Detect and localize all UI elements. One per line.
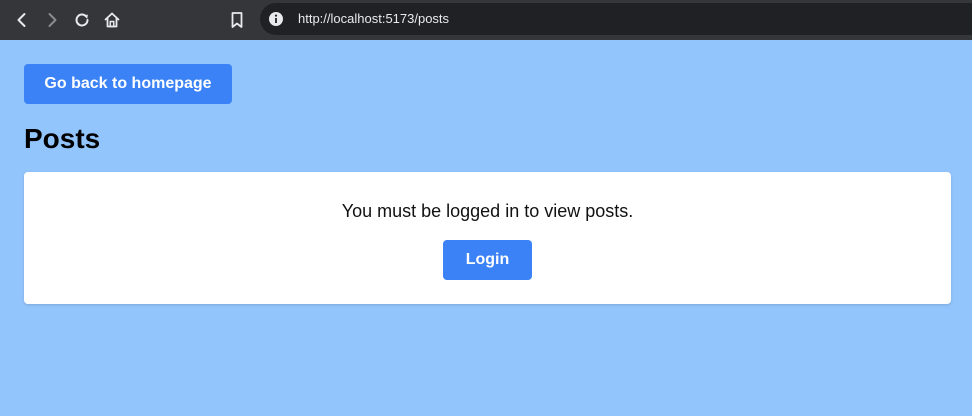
home-icon bbox=[104, 12, 120, 28]
address-bar[interactable]: http://localhost:5173/posts bbox=[260, 3, 972, 35]
arrow-right-icon bbox=[48, 13, 57, 27]
go-back-homepage-button[interactable]: Go back to homepage bbox=[24, 64, 232, 104]
bookmark-icon bbox=[231, 12, 243, 28]
back-button[interactable] bbox=[10, 8, 34, 32]
url-text[interactable]: http://localhost:5173/posts bbox=[298, 11, 449, 27]
reload-icon bbox=[75, 13, 89, 27]
login-required-card: You must be logged in to view posts. Log… bbox=[24, 172, 951, 304]
login-required-message: You must be logged in to view posts. bbox=[341, 201, 634, 221]
home-button[interactable] bbox=[100, 8, 124, 32]
bookmark-button[interactable] bbox=[225, 8, 249, 32]
reload-button[interactable] bbox=[70, 8, 94, 32]
forward-button[interactable] bbox=[40, 8, 64, 32]
browser-toolbar: http://localhost:5173/posts bbox=[0, 0, 972, 40]
arrow-left-icon bbox=[17, 13, 26, 27]
info-icon[interactable] bbox=[268, 11, 284, 27]
page-title: Posts bbox=[24, 123, 101, 154]
login-button[interactable]: Login bbox=[443, 240, 532, 280]
